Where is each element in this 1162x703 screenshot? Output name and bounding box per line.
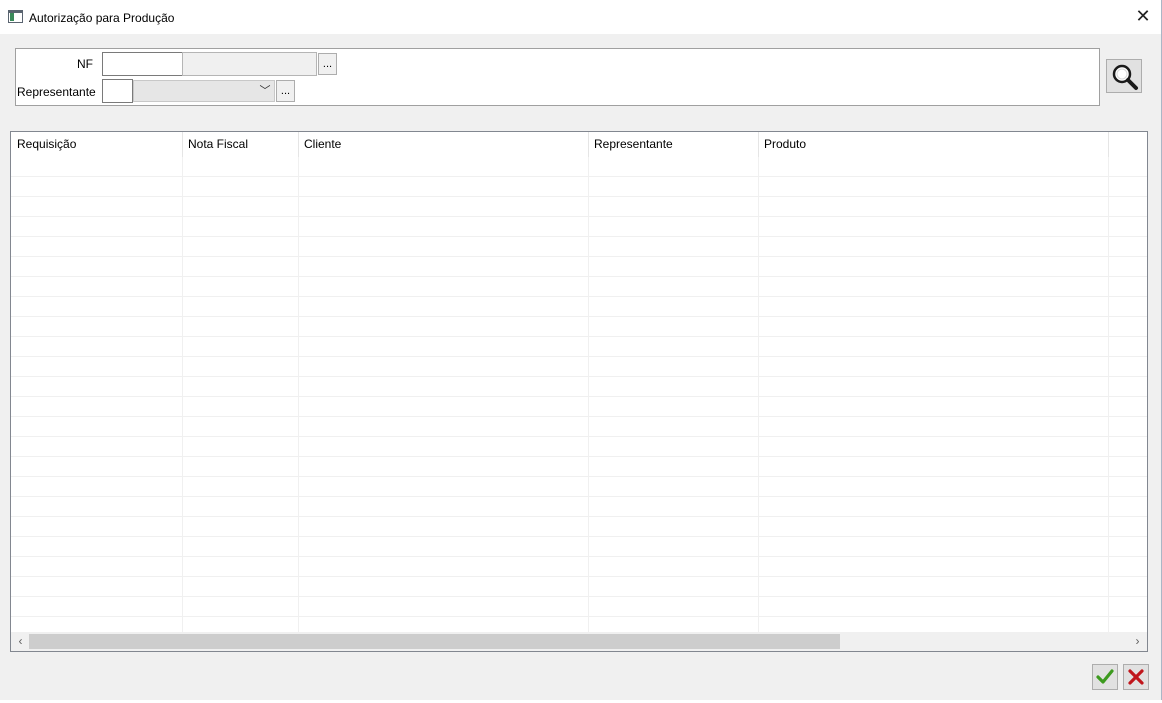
table-row[interactable] xyxy=(11,297,1147,317)
x-icon xyxy=(1128,669,1144,685)
column-header-requisicao[interactable]: Requisição xyxy=(11,132,183,157)
table-row[interactable] xyxy=(11,357,1147,377)
table-row[interactable] xyxy=(11,517,1147,537)
cancel-button[interactable] xyxy=(1123,664,1149,690)
representante-code-input[interactable] xyxy=(102,79,133,103)
form-window-icon xyxy=(8,10,23,23)
column-header-nota-fiscal[interactable]: Nota Fiscal xyxy=(182,132,299,157)
check-icon xyxy=(1096,669,1114,684)
nf-label: NF xyxy=(77,57,93,71)
nf-description-field xyxy=(182,52,317,76)
table-row[interactable] xyxy=(11,177,1147,197)
column-header-representante[interactable]: Representante xyxy=(588,132,759,157)
filter-panel: NF ... Representante ﹀ ... xyxy=(15,48,1100,106)
table-row[interactable] xyxy=(11,377,1147,397)
column-header-produto[interactable]: Produto xyxy=(758,132,1109,157)
table-row[interactable] xyxy=(11,577,1147,597)
dialog-window: Autorização para Produção ✕ NF ... Repre… xyxy=(0,0,1162,700)
table-row[interactable] xyxy=(11,537,1147,557)
results-grid[interactable]: Requisição Nota Fiscal Cliente Represent… xyxy=(10,131,1148,652)
magnifier-icon xyxy=(1112,64,1138,90)
grid-header: Requisição Nota Fiscal Cliente Represent… xyxy=(11,132,1147,157)
scroll-right-icon[interactable]: › xyxy=(1129,633,1146,650)
table-row[interactable] xyxy=(11,497,1147,517)
search-button[interactable] xyxy=(1106,59,1142,93)
grid-body xyxy=(11,157,1147,651)
representante-select[interactable]: ﹀ xyxy=(133,80,275,102)
table-row[interactable] xyxy=(11,237,1147,257)
scrollbar-thumb[interactable] xyxy=(29,634,840,649)
representante-label: Representante xyxy=(17,85,96,99)
representante-lookup-button[interactable]: ... xyxy=(276,80,295,102)
table-row[interactable] xyxy=(11,337,1147,357)
title-bar: Autorização para Produção ✕ xyxy=(0,0,1161,34)
table-row[interactable] xyxy=(11,437,1147,457)
confirm-button[interactable] xyxy=(1092,664,1118,690)
nf-lookup-button[interactable]: ... xyxy=(318,53,337,75)
table-row[interactable] xyxy=(11,157,1147,177)
chevron-down-icon[interactable]: ﹀ xyxy=(258,83,272,99)
table-row[interactable] xyxy=(11,397,1147,417)
table-row[interactable] xyxy=(11,277,1147,297)
table-row[interactable] xyxy=(11,477,1147,497)
table-row[interactable] xyxy=(11,417,1147,437)
table-row[interactable] xyxy=(11,197,1147,217)
table-row[interactable] xyxy=(11,317,1147,337)
nf-code-input[interactable] xyxy=(102,52,183,76)
table-row[interactable] xyxy=(11,217,1147,237)
horizontal-scrollbar[interactable]: ‹ › xyxy=(11,632,1147,651)
table-row[interactable] xyxy=(11,457,1147,477)
window-title: Autorização para Produção xyxy=(29,11,175,25)
scroll-left-icon[interactable]: ‹ xyxy=(12,633,29,650)
table-row[interactable] xyxy=(11,257,1147,277)
column-header-cliente[interactable]: Cliente xyxy=(298,132,589,157)
table-row[interactable] xyxy=(11,597,1147,617)
table-row[interactable] xyxy=(11,557,1147,577)
close-icon[interactable]: ✕ xyxy=(1130,5,1156,29)
